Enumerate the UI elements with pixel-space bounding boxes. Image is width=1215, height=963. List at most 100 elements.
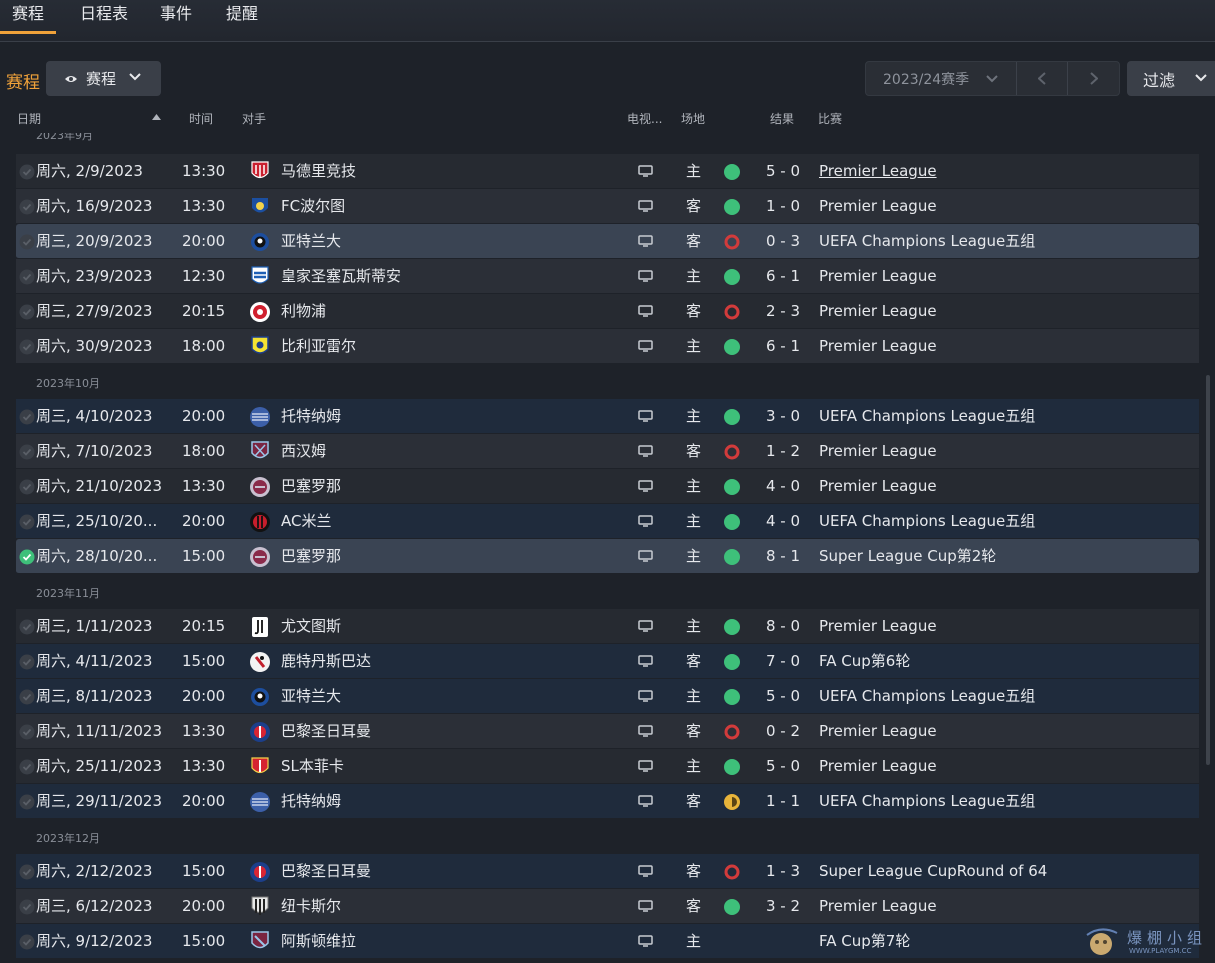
fixture-row[interactable]: 周六, 30/9/2023 18:00 比利亚雷尔 主 6 - 1 Premie…	[16, 329, 1199, 364]
competition-link[interactable]: Premier League	[819, 294, 937, 328]
competition-link[interactable]: Premier League	[819, 469, 937, 503]
fixture-row[interactable]: 周三, 20/9/2023 20:00 亚特兰大 客 0 - 3 UEFA Ch…	[16, 224, 1199, 259]
tab-events[interactable]: 事件	[160, 0, 192, 34]
fixture-score[interactable]: 1 - 1	[766, 784, 800, 818]
fixture-score[interactable]: 0 - 3	[766, 224, 800, 258]
fixture-row[interactable]: 周六, 25/11/2023 13:30 SL本菲卡 主 5 - 0 Premi…	[16, 749, 1199, 784]
competition-link[interactable]: Premier League	[819, 329, 937, 363]
fixture-score[interactable]: 1 - 0	[766, 189, 800, 223]
fixture-score[interactable]: 1 - 2	[766, 434, 800, 468]
column-header-result[interactable]: 结果	[770, 110, 794, 127]
fixture-score[interactable]: 2 - 3	[766, 294, 800, 328]
competition-link[interactable]: Super League Cup第2轮	[819, 539, 996, 573]
fixture-venue: 主	[686, 757, 702, 775]
opponent-name[interactable]: 亚特兰大	[281, 679, 341, 713]
fixture-row[interactable]: 周六, 23/9/2023 12:30 皇家圣塞瓦斯蒂安 主 6 - 1 Pre…	[16, 259, 1199, 294]
opponent-name[interactable]: 巴黎圣日耳曼	[281, 714, 371, 748]
competition-link[interactable]: UEFA Champions League五组	[819, 679, 1035, 713]
watermark: 爆棚小组 WWW.PLAYGM.CC	[1083, 925, 1211, 959]
fixture-score[interactable]: 8 - 1	[766, 539, 800, 573]
opponent-name[interactable]: 托特纳姆	[281, 784, 341, 818]
fixture-score[interactable]: 0 - 2	[766, 714, 800, 748]
opponent-name[interactable]: 皇家圣塞瓦斯蒂安	[281, 259, 401, 293]
fixture-row[interactable]: 周六, 2/12/2023 15:00 巴黎圣日耳曼 客 1 - 3 Super…	[16, 854, 1199, 889]
fixture-score[interactable]: 7 - 0	[766, 644, 800, 678]
next-season-button[interactable]	[1068, 62, 1119, 95]
fixture-score[interactable]: 3 - 0	[766, 399, 800, 433]
tab-calendar[interactable]: 日程表	[80, 0, 128, 34]
fixture-row[interactable]: 周三, 4/10/2023 20:00 托特纳姆 主 3 - 0 UEFA Ch…	[16, 399, 1199, 434]
opponent-name[interactable]: 巴黎圣日耳曼	[281, 854, 371, 888]
fixture-row[interactable]: 周六, 4/11/2023 15:00 鹿特丹斯巴达 客 7 - 0 FA Cu…	[16, 644, 1199, 679]
previous-season-button[interactable]	[1017, 62, 1068, 95]
fixture-time: 20:00	[182, 897, 226, 915]
fixture-score[interactable]: 5 - 0	[766, 679, 800, 713]
fixture-row[interactable]: 周六, 2/9/2023 13:30 马德里竞技 主 5 - 0 Premier…	[16, 154, 1199, 189]
check-icon	[19, 794, 35, 810]
fixture-score[interactable]: 6 - 1	[766, 259, 800, 293]
column-header-date[interactable]: 日期	[17, 110, 41, 127]
scrollbar[interactable]	[1206, 375, 1210, 765]
competition-link[interactable]: Premier League	[819, 189, 937, 223]
fixture-row[interactable]: 周六, 16/9/2023 13:30 FC波尔图 客 1 - 0 Premie…	[16, 189, 1199, 224]
opponent-name[interactable]: 西汉姆	[281, 434, 326, 468]
fixture-row[interactable]: 周三, 27/9/2023 20:15 利物浦 客 2 - 3 Premier …	[16, 294, 1199, 329]
fixture-score[interactable]: 5 - 0	[766, 749, 800, 783]
opponent-name[interactable]: 阿斯顿维拉	[281, 924, 356, 958]
fixture-row[interactable]: 周六, 11/11/2023 13:30 巴黎圣日耳曼 客 0 - 2 Prem…	[16, 714, 1199, 749]
opponent-name[interactable]: 巴塞罗那	[281, 539, 341, 573]
opponent-name[interactable]: FC波尔图	[281, 189, 345, 223]
competition-link[interactable]: Premier League	[819, 434, 937, 468]
competition-link[interactable]: Premier League	[819, 609, 937, 643]
competition-link[interactable]: FA Cup第6轮	[819, 644, 910, 678]
fixture-row[interactable]: 周三, 25/10/20... 20:00 AC米兰 主 4 - 0 UEFA …	[16, 504, 1199, 539]
opponent-name[interactable]: 利物浦	[281, 294, 326, 328]
opponent-name[interactable]: AC米兰	[281, 504, 331, 538]
fixture-row[interactable]: 周三, 29/11/2023 20:00 托特纳姆 客 1 - 1 UEFA C…	[16, 784, 1199, 819]
fixture-row[interactable]: 周六, 9/12/2023 15:00 阿斯顿维拉 主 FA Cup第7轮	[16, 924, 1199, 959]
fixture-row[interactable]: 周三, 8/11/2023 20:00 亚特兰大 主 5 - 0 UEFA Ch…	[16, 679, 1199, 714]
column-header-competition[interactable]: 比赛	[818, 110, 842, 127]
competition-link[interactable]: UEFA Champions League五组	[819, 224, 1035, 258]
competition-link[interactable]: Premier League	[819, 714, 937, 748]
fixture-score[interactable]: 1 - 3	[766, 854, 800, 888]
fixture-row[interactable]: 周六, 7/10/2023 18:00 西汉姆 客 1 - 2 Premier …	[16, 434, 1199, 469]
opponent-name[interactable]: SL本菲卡	[281, 749, 344, 783]
filter-button[interactable]: 过滤	[1127, 61, 1215, 96]
tab-reminders[interactable]: 提醒	[226, 0, 258, 34]
competition-link[interactable]: Premier League	[819, 259, 937, 293]
fixture-row[interactable]: 周三, 1/11/2023 20:15 尤文图斯 主 8 - 0 Premier…	[16, 609, 1199, 644]
opponent-name[interactable]: 尤文图斯	[281, 609, 341, 643]
fixture-row[interactable]: 周六, 21/10/2023 13:30 巴塞罗那 主 4 - 0 Premie…	[16, 469, 1199, 504]
fixture-row[interactable]: 周六, 28/10/20... 15:00 巴塞罗那 主 8 - 1 Super…	[16, 539, 1199, 574]
column-header-venue[interactable]: 场地	[681, 110, 705, 127]
opponent-name[interactable]: 鹿特丹斯巴达	[281, 644, 371, 678]
competition-link[interactable]: Premier League	[819, 889, 937, 923]
tab-fixtures[interactable]: 赛程	[0, 0, 57, 34]
competition-link[interactable]: UEFA Champions League五组	[819, 399, 1035, 433]
opponent-name[interactable]: 托特纳姆	[281, 399, 341, 433]
competition-link[interactable]: UEFA Champions League五组	[819, 784, 1035, 818]
column-header-tv[interactable]: 电视...	[627, 110, 662, 127]
competition-link[interactable]: Premier League	[819, 749, 937, 783]
fixture-score[interactable]: 8 - 0	[766, 609, 800, 643]
opponent-name[interactable]: 马德里竞技	[281, 154, 356, 188]
fixture-score[interactable]: 5 - 0	[766, 154, 800, 188]
fixture-score[interactable]: 6 - 1	[766, 329, 800, 363]
competition-link[interactable]: FA Cup第7轮	[819, 924, 910, 958]
opponent-name[interactable]: 巴塞罗那	[281, 469, 341, 503]
competition-link[interactable]: Super League CupRound of 64	[819, 854, 1047, 888]
column-header-opponent[interactable]: 对手	[242, 110, 266, 127]
fixture-score[interactable]: 4 - 0	[766, 504, 800, 538]
fixture-row[interactable]: 周三, 6/12/2023 20:00 纽卡斯尔 客 3 - 2 Premier…	[16, 889, 1199, 924]
opponent-name[interactable]: 纽卡斯尔	[281, 889, 341, 923]
opponent-name[interactable]: 亚特兰大	[281, 224, 341, 258]
opponent-name[interactable]: 比利亚雷尔	[281, 329, 356, 363]
competition-link[interactable]: UEFA Champions League五组	[819, 504, 1035, 538]
fixture-score[interactable]: 3 - 2	[766, 889, 800, 923]
competition-link[interactable]: Premier League	[819, 154, 937, 188]
column-header-time[interactable]: 时间	[189, 110, 213, 127]
fixture-score[interactable]: 4 - 0	[766, 469, 800, 503]
view-selector-button[interactable]: 赛程	[46, 61, 161, 96]
season-select[interactable]: 2023/24赛季	[866, 62, 1017, 95]
